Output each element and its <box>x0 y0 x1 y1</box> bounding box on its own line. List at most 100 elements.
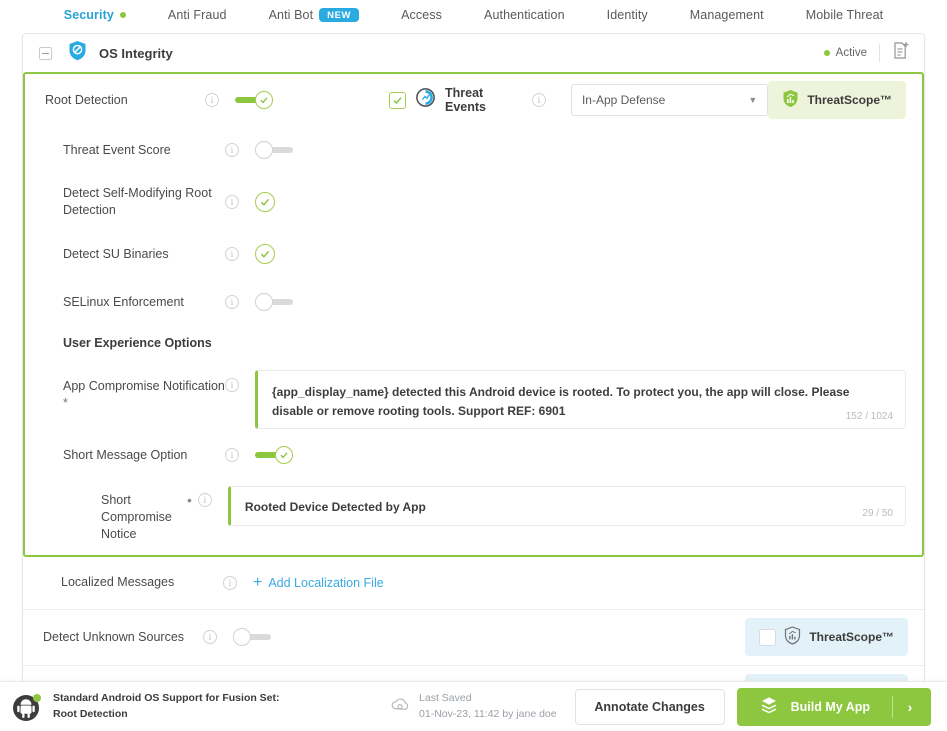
row-label-app-compromise: App Compromise Notification * <box>25 370 225 412</box>
status-dot-icon <box>119 12 126 18</box>
row-short-compromise-notice: Short Compromise Notice • i Rooted Devic… <box>25 478 922 555</box>
row-short-message-option: Short Message Option i <box>25 432 922 478</box>
required-marker: * <box>63 395 68 410</box>
info-icon[interactable]: i <box>225 378 239 392</box>
select-value: In-App Defense <box>581 93 666 107</box>
threatscope-shield-icon <box>784 626 801 648</box>
top-navigation: Security Anti Fraud Anti Bot NEW Access … <box>0 0 947 28</box>
toggle-detect-unknown-sources[interactable] <box>233 628 271 647</box>
nav-item-identity[interactable]: Identity <box>586 8 669 22</box>
nav-label-identity: Identity <box>606 8 648 22</box>
row-detect-self-modifying: Detect Self-Modifying Root Detection i <box>25 174 922 230</box>
info-icon[interactable]: i <box>203 630 217 645</box>
root-detection-highlight-block: Root Detection i Threat Events i In-App … <box>23 72 924 557</box>
info-icon[interactable]: i <box>225 247 239 261</box>
control-slot <box>255 192 315 212</box>
status-badge: Active <box>823 47 867 59</box>
control-slot <box>255 244 315 264</box>
nav-item-access[interactable]: Access <box>380 8 463 22</box>
ux-options-heading: User Experience Options <box>63 335 212 350</box>
check-detect-su-binaries[interactable] <box>255 244 275 264</box>
control-slot <box>255 293 315 311</box>
footer-titles: Standard Android OS Support for Fusion S… <box>53 691 280 721</box>
info-icon[interactable]: i <box>225 448 239 462</box>
last-saved-value: 01-Nov-23, 11:42 by jane doe <box>419 707 557 720</box>
control-slot <box>235 91 295 109</box>
row-label-selinux-enforcement: SELinux Enforcement <box>63 294 184 309</box>
info-icon[interactable]: i <box>531 93 546 107</box>
info-icon[interactable]: i <box>197 493 212 507</box>
nav-item-mobile-threat[interactable]: Mobile Threat <box>785 8 905 22</box>
required-dot-marker: • <box>187 492 192 508</box>
info-icon[interactable]: i <box>225 295 239 309</box>
select-threat-events-mode[interactable]: In-App Defense ▼ <box>570 84 769 116</box>
row-label-root-detection: Root Detection <box>45 92 128 107</box>
row-label-detect-unknown-sources: Detect Unknown Sources <box>43 629 185 644</box>
row-selinux-enforcement: SELinux Enforcement i <box>25 278 922 326</box>
threat-events-group: Threat Events i In-App Defense ▼ <box>389 84 769 116</box>
threat-events-icon <box>415 87 436 113</box>
last-saved-text: Last Saved 01-Nov-23, 11:42 by jane doe <box>419 691 557 721</box>
control-slot <box>255 141 315 159</box>
plus-icon: + <box>253 573 263 591</box>
threat-events-label: Threat Events <box>445 86 486 114</box>
nav-label-anti-fraud: Anti Fraud <box>167 8 227 22</box>
nav-label-management: Management <box>689 8 764 22</box>
os-integrity-card: OS Integrity Active Root Detection i Thr… <box>22 33 925 731</box>
card-header: OS Integrity Active <box>23 34 924 72</box>
collapse-toggle-button[interactable] <box>39 46 52 60</box>
nav-label-anti-bot: Anti Bot <box>268 8 314 22</box>
chevron-right-icon: › <box>907 698 913 715</box>
annotate-changes-button[interactable]: Annotate Changes <box>574 688 725 725</box>
nav-label-access: Access <box>401 8 443 22</box>
nav-item-management[interactable]: Management <box>669 8 785 22</box>
info-icon[interactable]: i <box>225 143 239 157</box>
row-label-detect-self-modifying: Detect Self-Modifying Root Detection <box>63 186 212 217</box>
info-icon[interactable]: i <box>225 195 239 209</box>
checkbox-threat-events[interactable] <box>389 91 406 109</box>
nav-item-anti-fraud[interactable]: Anti Fraud <box>147 8 248 22</box>
textarea-app-compromise-notification[interactable]: {app_display_name} detected this Android… <box>255 370 906 429</box>
row-label-short-compromise-notice: Short Compromise Notice <box>101 493 172 541</box>
checkbox-threatscope-unknown-sources[interactable] <box>759 628 777 646</box>
nav-item-authentication[interactable]: Authentication <box>463 8 586 22</box>
threatscope-chip-unknown-sources[interactable]: ThreatScope™ <box>745 618 908 657</box>
row-label-threat-event-score: Threat Event Score <box>63 142 171 157</box>
page-title: OS Integrity <box>99 45 173 61</box>
status-label: Active <box>835 47 867 59</box>
row-root-detection: Root Detection i Threat Events i In-App … <box>25 74 922 126</box>
toggle-threat-event-score[interactable] <box>255 141 293 159</box>
threatscope-label: ThreatScope™ <box>809 630 894 645</box>
input-short-compromise-notice[interactable]: Rooted Device Detected by App 29 / 50 <box>227 486 906 527</box>
build-my-app-button[interactable]: Build My App › <box>736 687 931 726</box>
chevron-down-icon: ▼ <box>748 95 758 105</box>
page-root: Security Anti Fraud Anti Bot NEW Access … <box>0 0 947 731</box>
row-label-detect-su-binaries: Detect SU Binaries <box>63 246 169 261</box>
row-detect-unknown-sources: Detect Unknown Sources i ThreatScope™ <box>23 608 924 665</box>
nav-item-anti-bot[interactable]: Anti Bot NEW <box>248 7 381 23</box>
row-label-short-message-option: Short Message Option <box>63 447 188 462</box>
add-localization-file-link[interactable]: + Add Localization File <box>253 573 384 591</box>
footer-set-subtitle: Root Detection <box>53 707 128 720</box>
row-threat-event-score: Threat Event Score i <box>25 126 922 174</box>
app-compromise-label: App Compromise Notification <box>63 379 225 393</box>
footer-set-title: Standard Android OS Support for Fusion S… <box>53 692 280 705</box>
layers-icon <box>759 695 779 718</box>
info-icon[interactable]: i <box>205 93 219 107</box>
android-icon <box>12 692 42 722</box>
short-notice-field-wrapper: Rooted Device Detected by App 29 / 50 <box>227 486 906 527</box>
app-compromise-value: {app_display_name} detected this Android… <box>272 385 850 419</box>
threatscope-chip-root-detection[interactable]: ThreatScope™ <box>768 81 906 119</box>
toggle-selinux-enforcement[interactable] <box>255 293 293 311</box>
toggle-root-detection[interactable] <box>235 91 273 109</box>
shield-slash-icon <box>68 40 87 66</box>
info-icon[interactable]: i <box>223 575 237 590</box>
check-detect-self-modifying[interactable] <box>255 192 275 212</box>
footer-bar: Standard Android OS Support for Fusion S… <box>0 681 947 731</box>
char-counter: 152 / 1024 <box>845 410 893 422</box>
nav-item-security[interactable]: Security <box>43 8 147 22</box>
threatscope-chip-wrapper: ThreatScope™ <box>745 618 908 657</box>
nav-label-mobile-threat: Mobile Threat <box>805 8 884 22</box>
toggle-short-message-option[interactable] <box>255 446 293 464</box>
document-add-icon[interactable] <box>892 41 910 65</box>
